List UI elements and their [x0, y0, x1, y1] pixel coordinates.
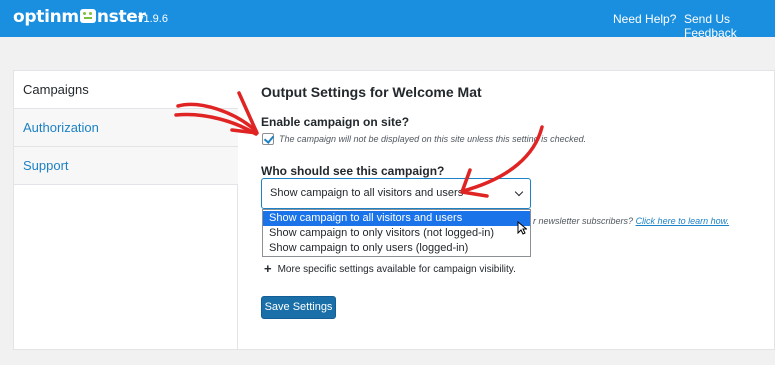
- logo-text-left: optinm: [13, 7, 79, 27]
- plus-icon: +: [264, 261, 272, 276]
- visibility-option-all[interactable]: Show campaign to all visitors and users: [263, 211, 530, 226]
- monster-logo-icon: [79, 9, 96, 23]
- version-label: v1.9.6: [138, 13, 168, 25]
- visibility-option-users[interactable]: Show campaign to only users (logged-in): [263, 241, 530, 256]
- optinmonster-logo[interactable]: optinm nster: [13, 7, 146, 27]
- send-feedback-link[interactable]: Send Us Feedback: [684, 12, 775, 40]
- save-settings-button[interactable]: Save Settings: [261, 296, 336, 319]
- top-bar: optinm nster v1.9.6 Need Help? Send Us Fe…: [0, 0, 775, 40]
- page-title: Output Settings for Welcome Mat: [261, 84, 482, 100]
- need-help-link[interactable]: Need Help?: [613, 12, 676, 26]
- visibility-select-value: Show campaign to all visitors and users: [270, 187, 464, 199]
- newsletter-hint: r newsletter subscribers? Click here to …: [533, 216, 729, 226]
- settings-panel: Campaigns Authorization Support Output S…: [13, 70, 775, 350]
- sidebar-item-authorization[interactable]: Authorization: [14, 109, 238, 147]
- enable-campaign-help: The campaign will not be displayed on th…: [279, 134, 587, 144]
- visibility-dropdown-list: Show campaign to all visitors and users …: [262, 209, 531, 257]
- mouse-cursor-icon: [517, 221, 527, 235]
- sidebar-item-support[interactable]: Support: [14, 147, 238, 185]
- chevron-down-icon: [514, 187, 524, 197]
- visibility-select[interactable]: Show campaign to all visitors and users: [261, 178, 531, 209]
- visibility-label: Who should see this campaign?: [261, 164, 445, 178]
- enable-campaign-label: Enable campaign on site?: [261, 115, 410, 129]
- settings-sidebar: Campaigns Authorization Support: [14, 71, 238, 349]
- enable-campaign-checkbox[interactable]: [262, 133, 274, 145]
- visibility-option-visitors[interactable]: Show campaign to only visitors (not logg…: [263, 226, 530, 241]
- more-settings-text: More specific settings available for cam…: [277, 264, 516, 275]
- learn-how-link[interactable]: Click here to learn how.: [636, 216, 730, 226]
- more-settings-toggle[interactable]: + More specific settings available for ca…: [264, 261, 516, 276]
- sidebar-item-campaigns[interactable]: Campaigns: [14, 71, 238, 109]
- newsletter-hint-text: r newsletter subscribers?: [533, 216, 634, 226]
